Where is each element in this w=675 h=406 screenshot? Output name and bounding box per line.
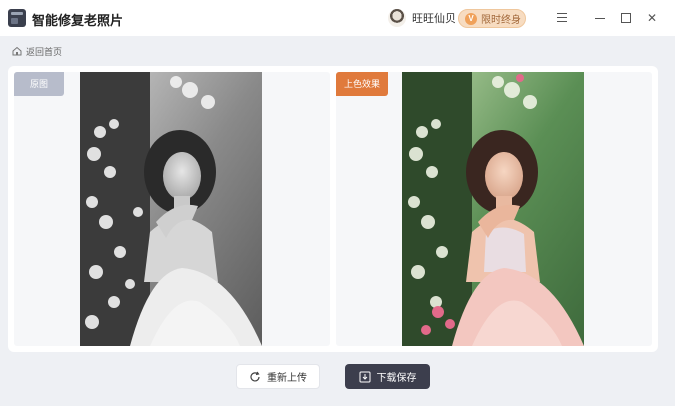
title-bar: 智能修复老照片 旺旺仙贝 V 限时终身 ✕ [0,0,675,36]
download-icon [359,371,370,382]
original-panel: 原图 [14,72,330,346]
username[interactable]: 旺旺仙贝 [412,10,456,26]
reupload-button[interactable]: 重新上传 [236,364,320,389]
reupload-label[interactable]: 重新上传 [267,369,307,384]
home-icon [12,46,22,56]
download-save-label[interactable]: 下载保存 [377,369,417,384]
download-save-button[interactable]: 下载保存 [345,364,430,389]
colorized-tag: 上色效果 [336,72,389,96]
colorized-panel: 上色效果 [336,72,652,346]
original-photo [80,72,262,346]
vip-badge-button[interactable]: V 限时终身 [458,9,526,28]
avatar[interactable] [388,9,406,27]
refresh-icon [250,371,260,381]
app-logo-icon [8,9,26,27]
close-icon[interactable]: ✕ [644,10,660,26]
original-tag: 原图 [14,72,64,96]
back-home-label[interactable]: 返回首页 [26,45,62,58]
menu-icon[interactable] [554,10,570,26]
diamond-vip-icon: V [465,12,477,25]
maximize-icon[interactable] [618,10,634,26]
vip-label[interactable]: 限时终身 [481,11,521,26]
minimize-icon[interactable] [592,10,608,26]
user-account[interactable]: 旺旺仙贝 [388,8,456,28]
app-title: 智能修复老照片 [32,13,124,28]
colorized-photo [402,72,584,346]
back-home-link[interactable]: 返回首页 [12,44,62,58]
